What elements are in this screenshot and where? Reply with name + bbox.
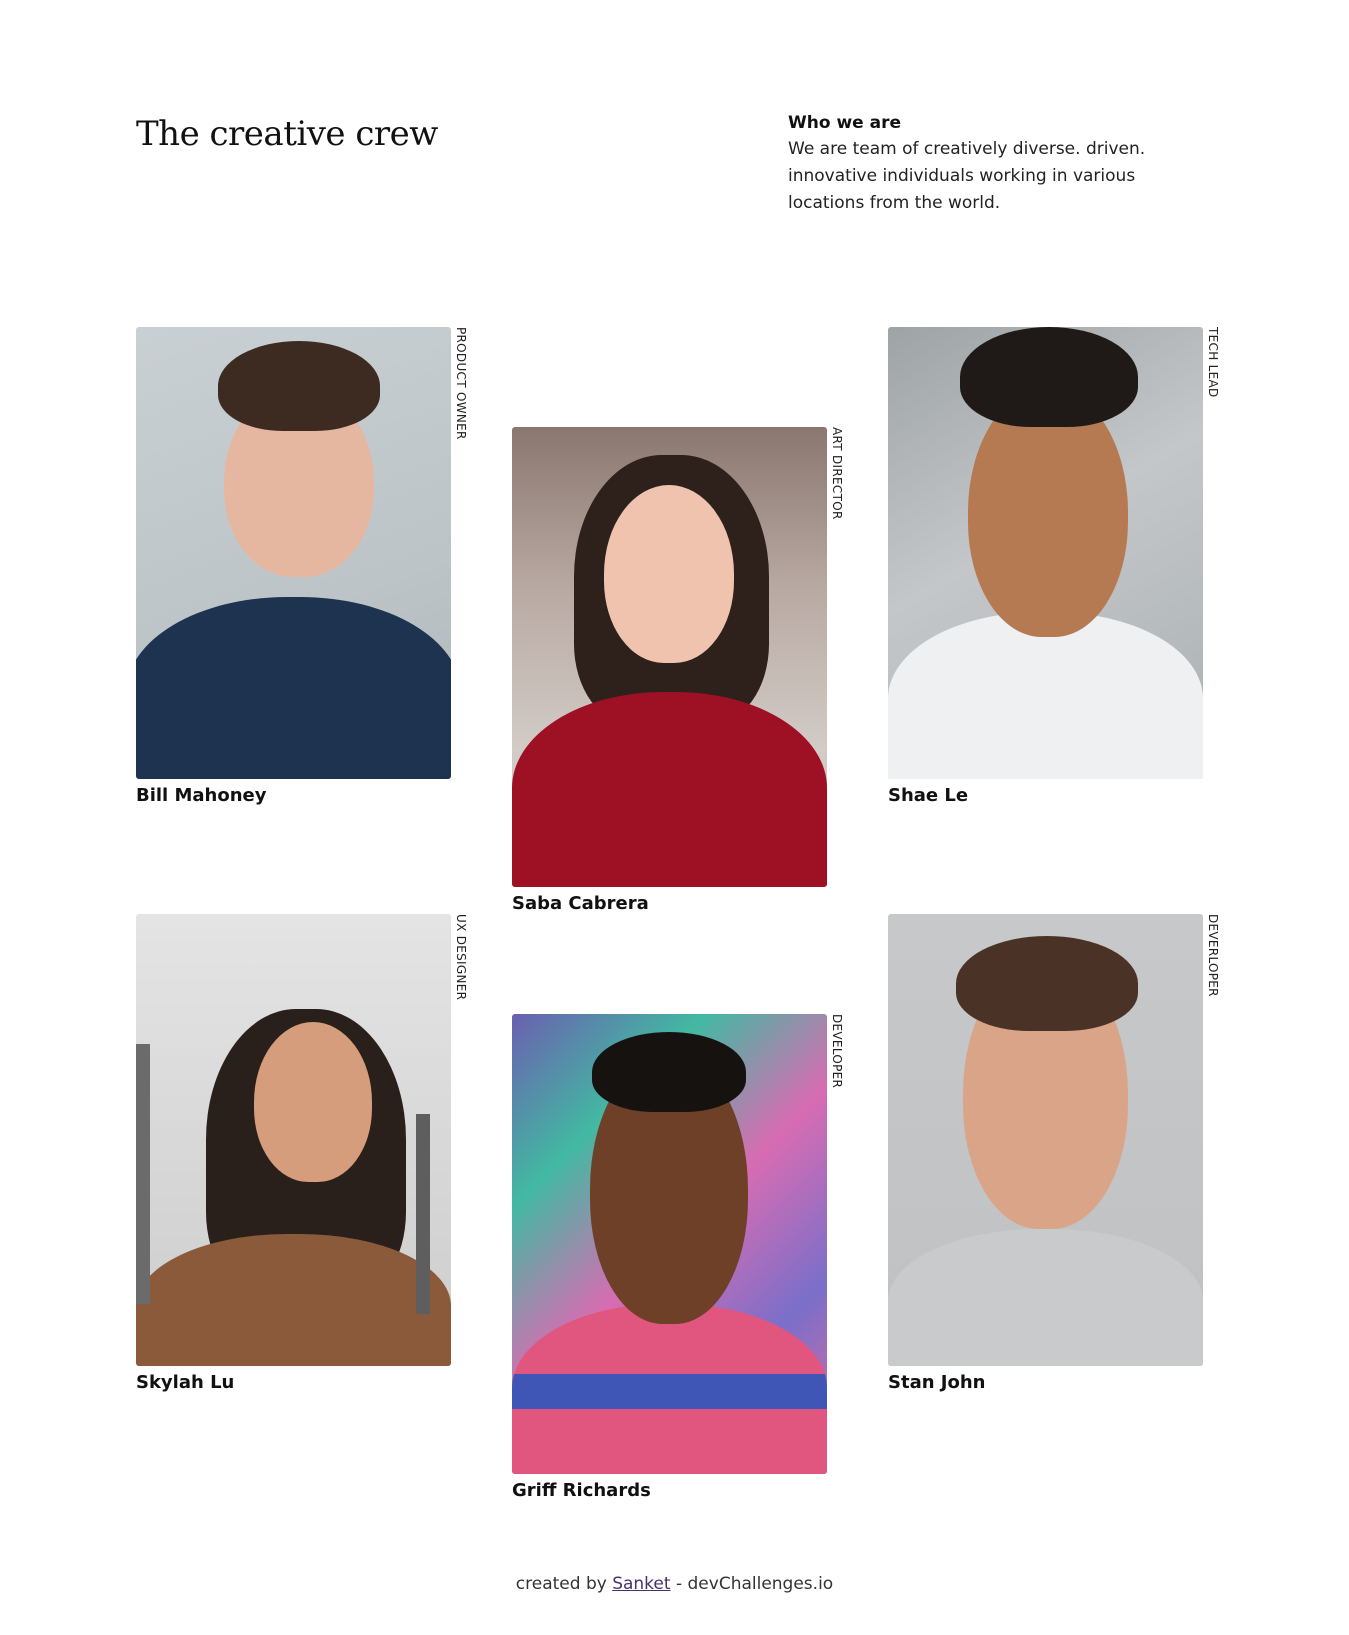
- member-photo: [512, 427, 827, 887]
- author-link[interactable]: Sanket: [612, 1574, 670, 1594]
- member-photo: [136, 914, 451, 1366]
- member-photo: [136, 327, 451, 779]
- intro-section: Who we are We are team of creatively div…: [788, 110, 1188, 217]
- member-card: PRODUCT OWNER Bill Mahoney: [136, 327, 496, 809]
- member-role: DEVELOPER: [830, 1014, 844, 1089]
- footer-prefix: created by: [515, 1574, 607, 1594]
- footer-suffix: - devChallenges.io: [675, 1574, 834, 1594]
- member-role: UX DESIGNER: [454, 914, 468, 1001]
- member-photo: [512, 1014, 827, 1474]
- member-card: DEVELOPER Griff Richards: [512, 1014, 872, 1504]
- member-name: Saba Cabrera: [512, 893, 649, 914]
- member-role: DEVERLOPER: [1206, 914, 1220, 997]
- member-card: DEVERLOPER Stan John: [888, 914, 1248, 1396]
- member-photo: [888, 327, 1203, 779]
- page-title: The creative crew: [136, 114, 438, 154]
- member-role: PRODUCT OWNER: [454, 327, 468, 440]
- member-name: Stan John: [888, 1372, 986, 1393]
- member-photo: [888, 914, 1203, 1366]
- member-role: ART DIRECTOR: [830, 427, 844, 520]
- intro-text: We are team of creatively diverse. drive…: [788, 139, 1146, 213]
- member-role: TECH LEAD: [1206, 327, 1220, 398]
- intro-heading: Who we are: [788, 113, 901, 133]
- member-name: Bill Mahoney: [136, 785, 267, 806]
- footer: created by Sanket - devChallenges.io: [0, 1572, 1349, 1596]
- member-name: Shae Le: [888, 785, 969, 806]
- member-card: ART DIRECTOR Saba Cabrera: [512, 427, 872, 917]
- member-name: Griff Richards: [512, 1480, 651, 1501]
- member-card: UX DESIGNER Skylah Lu: [136, 914, 496, 1396]
- member-card: TECH LEAD Shae Le: [888, 327, 1248, 809]
- member-name: Skylah Lu: [136, 1372, 235, 1393]
